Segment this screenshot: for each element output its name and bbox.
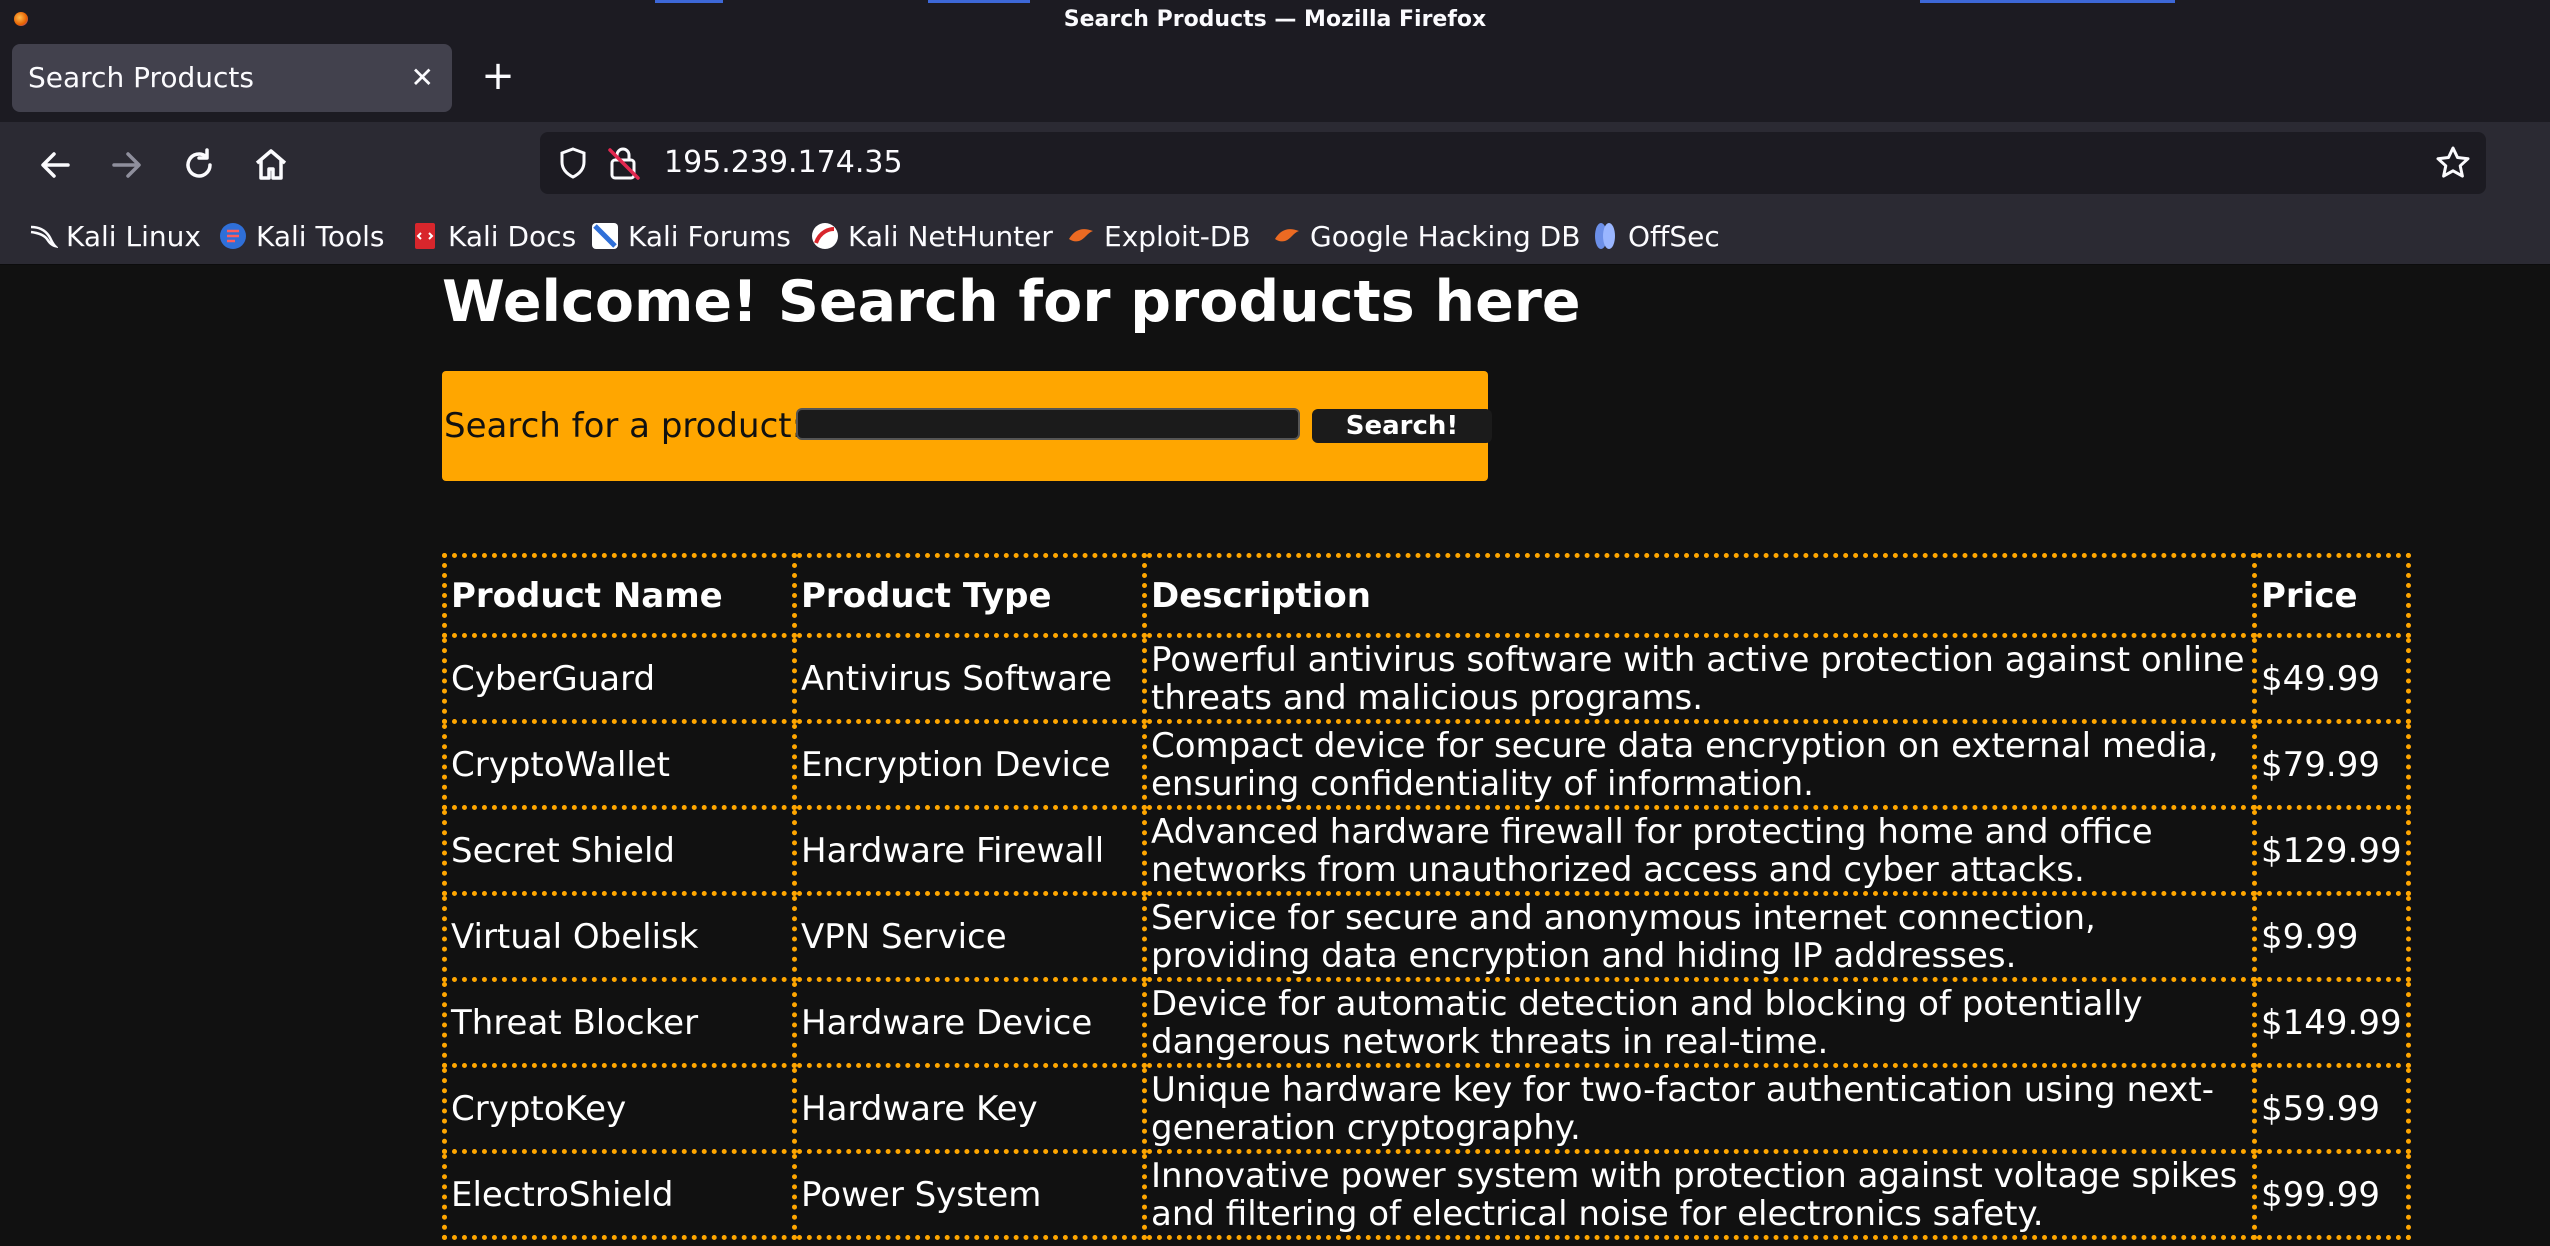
column-header: Product Type [792,553,1147,638]
products-table: Product Name Product Type Description Pr… [442,553,2411,1240]
column-header: Description [1142,553,2257,638]
bookmark-kali-tools[interactable]: Kali Tools [218,208,384,264]
bookmark-label: OffSec [1628,219,1720,253]
bookmark-offsec[interactable]: OffSec [1590,208,1720,264]
product-name-cell: CyberGuard [442,633,797,724]
kali-forums-icon [592,223,618,249]
offsec-icon [1595,223,1615,249]
back-arrow-icon[interactable] [32,142,78,188]
bookmark-label: Google Hacking DB [1310,219,1581,253]
tab-label: Search Products [28,61,254,94]
bookmark-kali-nethunter[interactable]: Kali NetHunter [810,208,1053,264]
description-cell: Service for secure and anonymous interne… [1142,891,2257,982]
description-cell: Advanced hardware firewall for protectin… [1142,805,2257,896]
price-cell: $149.99 [2252,977,2411,1068]
search-button[interactable]: Search! [1312,409,1492,443]
column-header: Price [2252,553,2411,638]
reload-icon[interactable] [176,142,222,188]
forward-arrow-icon[interactable] [104,142,150,188]
page-title: Welcome! Search for products here [442,269,1581,335]
product-type-cell: Power System [792,1149,1147,1240]
insecure-lock-icon[interactable] [606,144,642,182]
kali-dragon-icon [30,225,58,249]
product-name-cell: ElectroShield [442,1149,797,1240]
titlebar-accent [1920,0,2175,3]
shield-icon[interactable] [556,146,590,180]
product-name-cell: CryptoWallet [442,719,797,810]
tab-search-products[interactable]: Search Products ✕ [12,44,452,112]
product-name-cell: CryptoKey [442,1063,797,1154]
product-type-cell: Hardware Key [792,1063,1147,1154]
price-cell: $49.99 [2252,633,2411,724]
description-cell: Device for automatic detection and block… [1142,977,2257,1068]
column-header: Product Name [442,553,797,638]
search-input[interactable] [796,408,1300,440]
product-type-cell: Encryption Device [792,719,1147,810]
search-form: Search for a product: Search! [442,371,1492,481]
navigation-toolbar: 195.239.174.35 [0,122,2550,208]
titlebar-accent [928,0,1030,3]
titlebar-accent [655,0,723,3]
product-type-cell: Hardware Firewall [792,805,1147,896]
product-type-cell: Antivirus Software [792,633,1147,724]
table-row: CryptoWallet Encryption Device Compact d… [442,719,2411,810]
bookmarks-toolbar: Kali Linux Kali Tools Kali Docs Kali For… [0,208,2550,265]
price-cell: $99.99 [2252,1149,2411,1240]
table-row: Secret Shield Hardware Firewall Advanced… [442,805,2411,896]
bookmark-kali-docs[interactable]: Kali Docs [410,208,576,264]
product-name-cell: Virtual Obelisk [442,891,797,982]
table-row: CryptoKey Hardware Key Unique hardware k… [442,1063,2411,1154]
bookmark-kali-linux[interactable]: Kali Linux [28,208,201,264]
bookmark-label: Kali NetHunter [848,219,1053,253]
kali-nethunter-icon [812,223,838,249]
product-type-cell: Hardware Device [792,977,1147,1068]
search-label: Search for a product: [444,406,804,446]
product-type-cell: VPN Service [792,891,1147,982]
description-cell: Powerful antivirus software with active … [1142,633,2257,724]
firefox-icon [14,12,28,26]
address-bar[interactable]: 195.239.174.35 [540,132,2486,194]
page-content: Welcome! Search for products here Search… [8,265,2550,1246]
new-tab-button[interactable]: + [478,56,518,96]
bookmark-label: Exploit-DB [1104,219,1251,253]
bookmark-exploit-db[interactable]: Exploit-DB [1066,208,1251,264]
description-cell: Compact device for secure data encryptio… [1142,719,2257,810]
bookmark-kali-forums[interactable]: Kali Forums [590,208,791,264]
bookmark-google-hacking-db[interactable]: Google Hacking DB [1272,208,1580,264]
product-name-cell: Threat Blocker [442,977,797,1068]
bookmark-star-icon[interactable] [2434,144,2472,182]
bookmark-label: Kali Forums [628,219,791,253]
table-row: ElectroShield Power System Innovative po… [442,1149,2411,1240]
bookmark-label: Kali Tools [256,219,385,253]
description-cell: Unique hardware key for two-factor authe… [1142,1063,2257,1154]
description-cell: Innovative power system with protection … [1142,1149,2257,1240]
window-title: Search Products — Mozilla Firefox [1063,7,1487,32]
close-icon[interactable]: ✕ [411,44,434,112]
exploit-db-icon [1069,229,1093,242]
product-name-cell: Secret Shield [442,805,797,896]
price-cell: $9.99 [2252,891,2411,982]
ghdb-icon [1275,229,1299,242]
kali-docs-icon [415,223,435,249]
tab-strip: Search Products ✕ + [0,40,2550,122]
bookmark-label: Kali Docs [448,219,577,253]
price-cell: $59.99 [2252,1063,2411,1154]
price-cell: $129.99 [2252,805,2411,896]
table-row: Threat Blocker Hardware Device Device fo… [442,977,2411,1068]
bookmark-label: Kali Linux [66,219,201,253]
home-icon[interactable] [248,142,294,188]
url-text[interactable]: 195.239.174.35 [664,132,903,194]
table-header-row: Product Name Product Type Description Pr… [442,553,2411,638]
price-cell: $79.99 [2252,719,2411,810]
kali-tools-icon [220,223,246,249]
table-row: CyberGuard Antivirus Software Powerful a… [442,633,2411,724]
window-titlebar: Search Products — Mozilla Firefox [0,0,2550,40]
table-row: Virtual Obelisk VPN Service Service for … [442,891,2411,982]
